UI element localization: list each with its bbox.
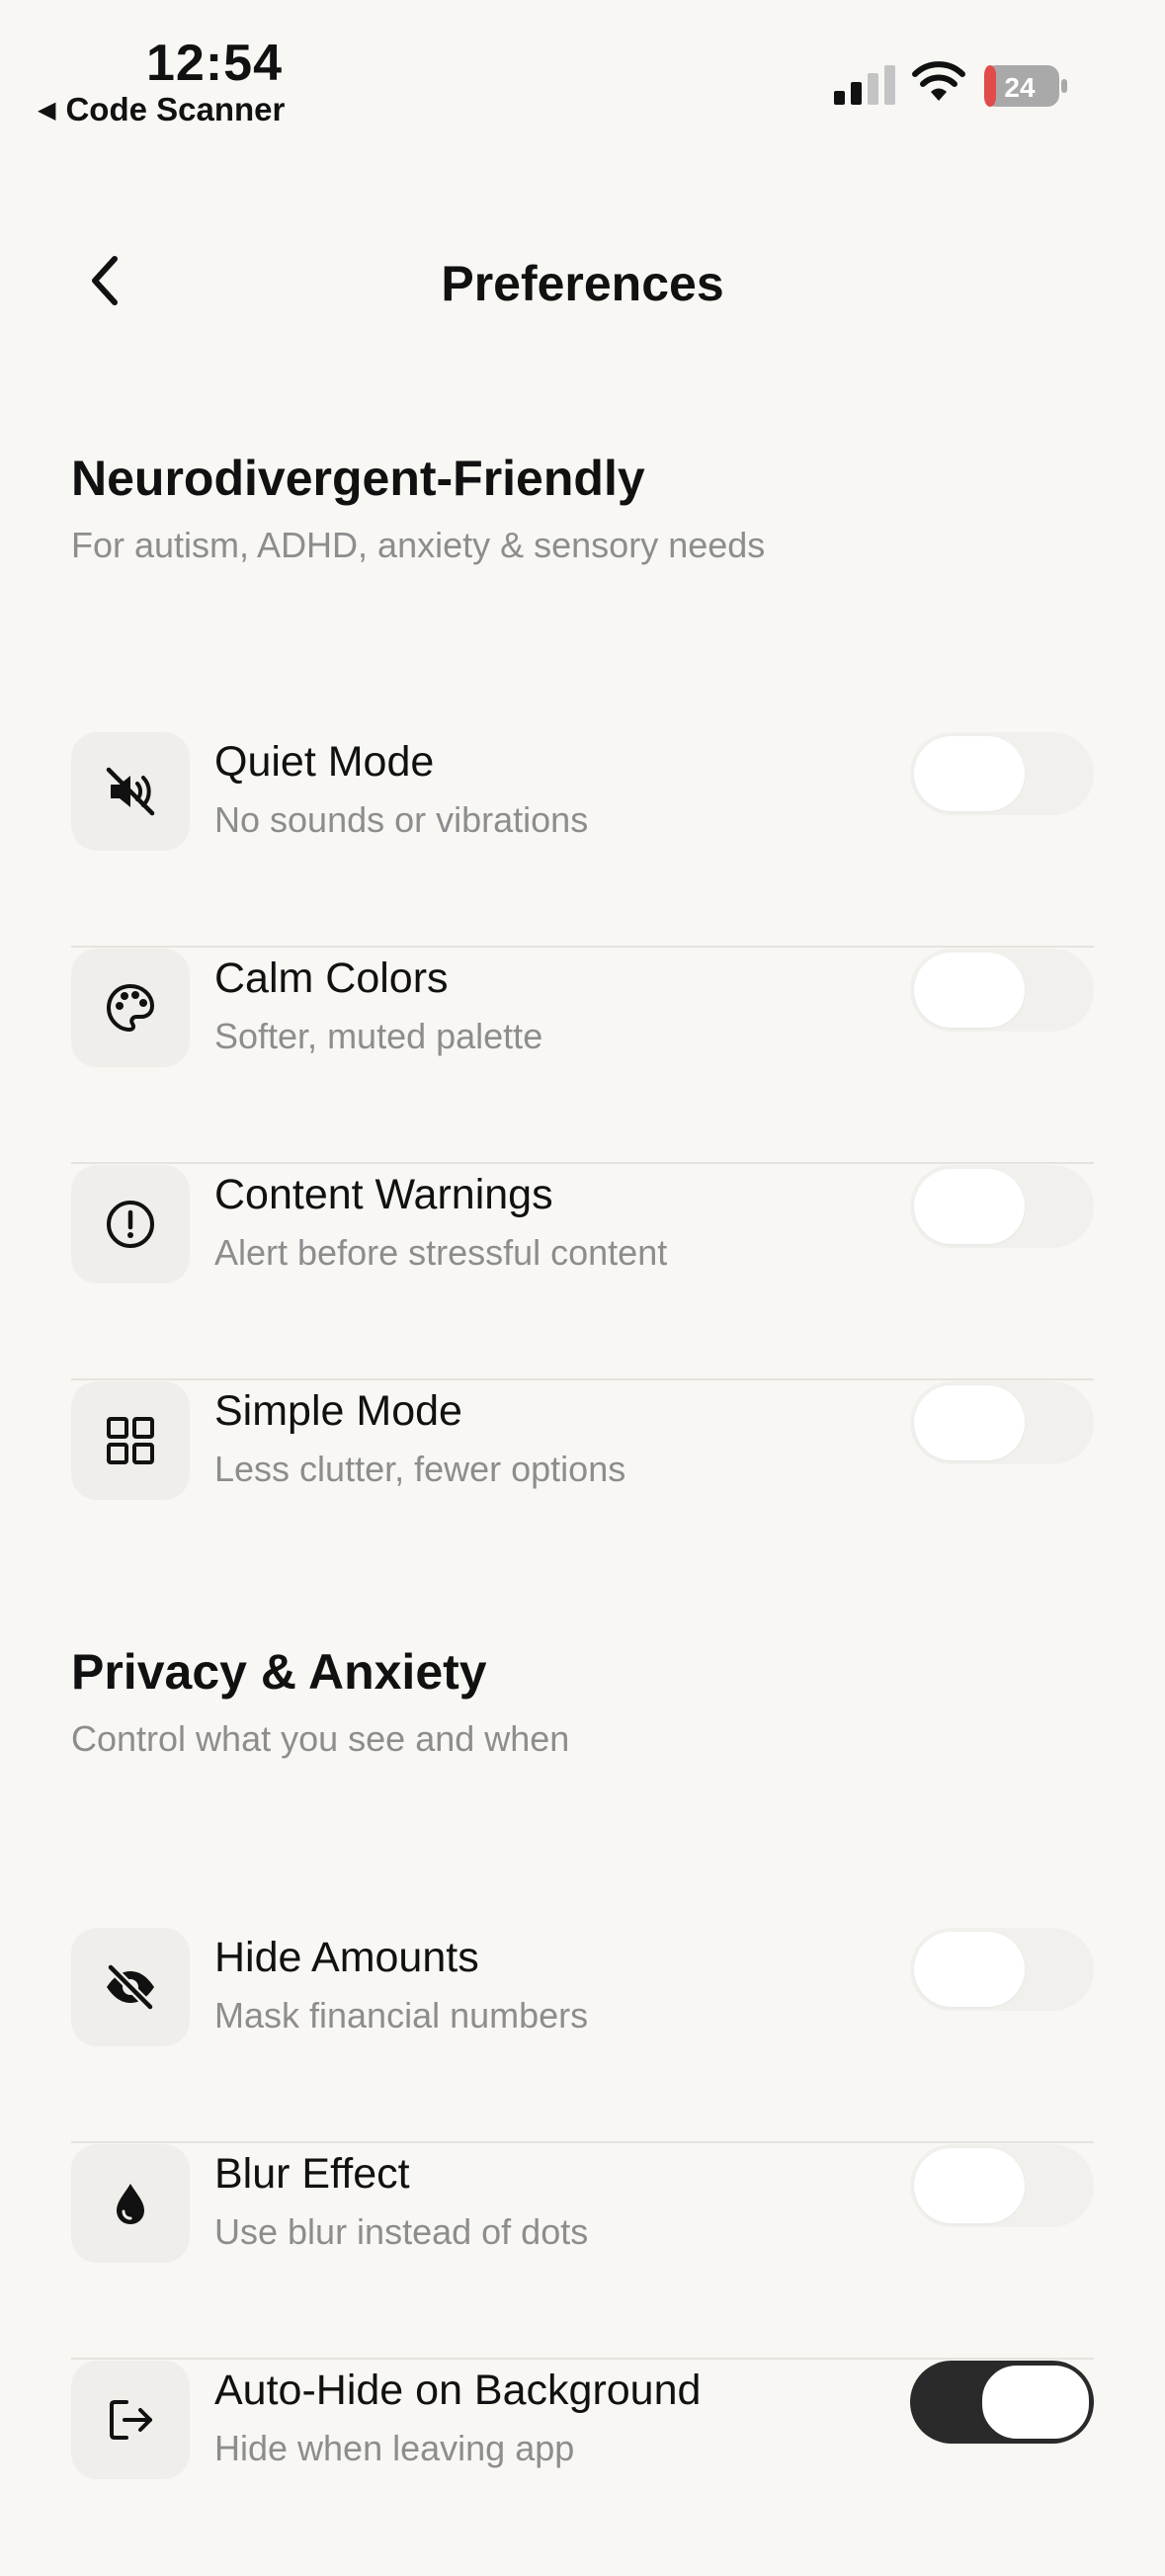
alert-circle-icon [71,1165,190,1284]
page-title: Preferences [441,256,724,311]
toggle-knob [914,1932,1025,2007]
status-time: 12:54 [146,35,283,92]
setting-label: Quiet Mode [214,738,435,786]
setting-row-content-warnings: Content Warnings Alert before stressful … [71,1165,1094,1380]
setting-row-hide-amounts: Hide Amounts Mask financial numbers [71,1928,1094,2143]
cellular-signal-icon [834,65,895,105]
setting-description: Alert before stressful content [214,1232,668,1273]
battery-icon: 24 [984,65,1067,107]
divider [71,2358,1094,2360]
section-header-privacy: Privacy & Anxiety Control what you see a… [71,1643,569,1760]
divider [71,946,1094,948]
setting-row-quiet-mode: Quiet Mode No sounds or vibrations [71,732,1094,948]
setting-label: Blur Effect [214,2150,410,2198]
setting-row-simple-mode: Simple Mode Less clutter, fewer options [71,1381,1094,1597]
nav-bar: Preferences [0,227,1165,336]
calm-colors-toggle[interactable] [910,949,1094,1032]
section-title: Neurodivergent-Friendly [71,451,645,506]
speaker-muted-icon [71,732,190,851]
setting-label: Simple Mode [214,1387,462,1435]
setting-row-blur-effect: Blur Effect Use blur instead of dots [71,2144,1094,2360]
setting-row-calm-colors: Calm Colors Softer, muted palette [71,949,1094,1164]
status-bar: 12:54 ◀ Code Scanner 24 [0,0,1165,148]
setting-description: Softer, muted palette [214,1016,543,1056]
setting-label: Content Warnings [214,1171,553,1218]
setting-description: Mask financial numbers [214,1995,589,2036]
toggle-knob [914,1385,1025,1460]
setting-label: Calm Colors [214,955,449,1002]
setting-description: Less clutter, fewer options [214,1449,626,1489]
blur-effect-toggle[interactable] [910,2144,1094,2227]
section-title: Privacy & Anxiety [71,1644,487,1700]
hide-amounts-toggle[interactable] [910,1928,1094,2011]
battery-level: 24 [1004,72,1036,103]
toggle-knob [979,2363,1092,2442]
setting-row-auto-hide: Auto-Hide on Background Hide when leavin… [71,2361,1094,2576]
divider [71,1378,1094,1380]
grid-icon [71,1381,190,1500]
back-to-app-link[interactable]: ◀ Code Scanner [38,91,285,128]
wifi-icon [912,61,965,101]
section-subtitle: For autism, ADHD, anxiety & sensory need… [71,525,766,565]
setting-description: Hide when leaving app [214,2428,575,2468]
toggle-knob [914,953,1025,1028]
setting-label: Hide Amounts [214,1934,479,1981]
toggle-knob [914,736,1025,811]
exit-icon [71,2361,190,2479]
eye-off-icon [71,1928,190,2046]
section-header-neurodivergent: Neurodivergent-Friendly For autism, ADHD… [71,450,765,566]
droplet-icon [71,2144,190,2263]
auto-hide-toggle[interactable] [910,2361,1094,2444]
divider [71,1162,1094,1164]
setting-label: Auto-Hide on Background [214,2367,702,2414]
palette-icon [71,949,190,1067]
section-subtitle: Control what you see and when [71,1718,570,1759]
setting-description: No sounds or vibrations [214,799,589,840]
quiet-mode-toggle[interactable] [910,732,1094,815]
setting-description: Use blur instead of dots [214,2211,589,2252]
divider [71,2141,1094,2143]
toggle-knob [914,1169,1025,1244]
back-app-label: Code Scanner [65,91,286,127]
toggle-knob [914,2148,1025,2223]
simple-mode-toggle[interactable] [910,1381,1094,1464]
back-triangle-icon: ◀ [38,96,56,124]
content-warnings-toggle[interactable] [910,1165,1094,1248]
